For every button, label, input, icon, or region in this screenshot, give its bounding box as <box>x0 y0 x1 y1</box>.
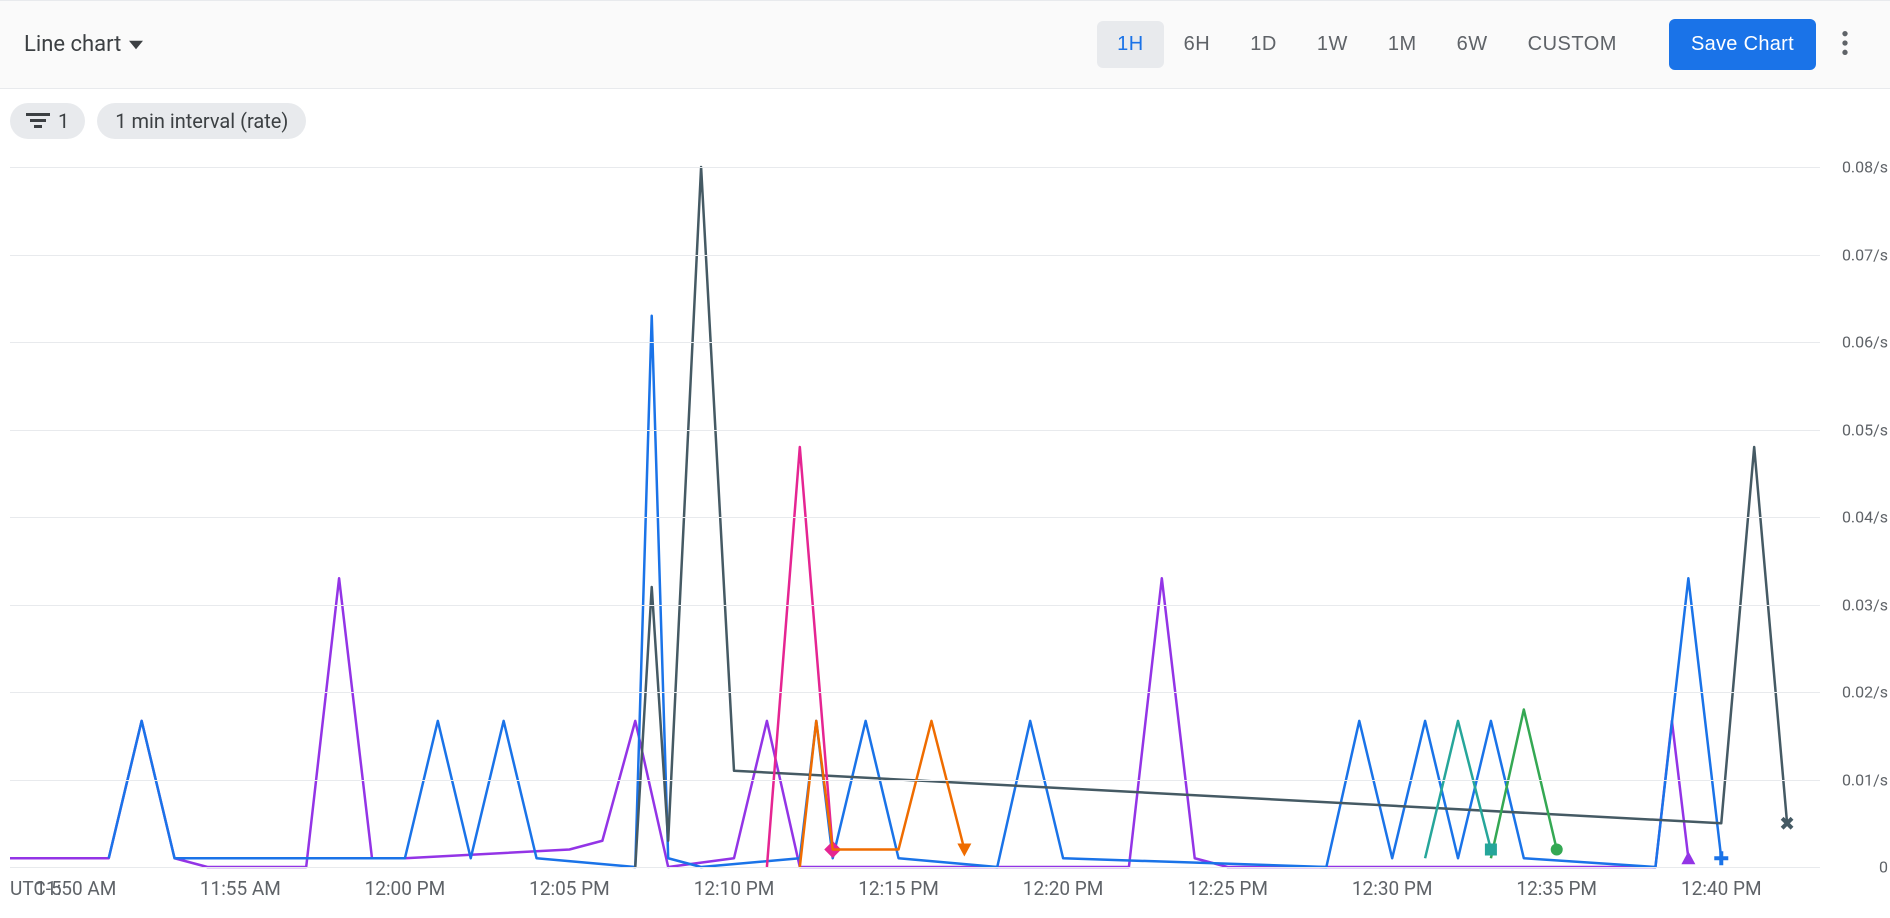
range-1w[interactable]: 1W <box>1297 21 1368 68</box>
y-tick-label: 0 <box>1879 858 1888 877</box>
y-tick-label: 0.04/s <box>1842 508 1888 527</box>
series-marker-series-f <box>1551 844 1563 856</box>
grid-line <box>10 342 1820 343</box>
save-chart-button[interactable]: Save Chart <box>1669 19 1816 70</box>
filter-chip[interactable]: 1 <box>10 103 85 139</box>
x-tick-label: 12:05 PM <box>529 877 610 900</box>
range-1h[interactable]: 1H <box>1097 21 1164 68</box>
more-options-button[interactable] <box>1824 19 1866 70</box>
range-6h[interactable]: 6H <box>1164 21 1231 68</box>
filter-count: 1 <box>58 109 69 133</box>
toolbar: Line chart 1H6H1D1W1M6WCUSTOM Save Chart <box>0 0 1890 89</box>
y-tick-label: 0.08/s <box>1842 158 1888 177</box>
toolbar-right: 1H6H1D1W1M6WCUSTOM Save Chart <box>1097 19 1866 70</box>
x-tick-label: 12:10 PM <box>694 877 775 900</box>
grid-line <box>10 605 1820 606</box>
x-tick-label: 12:40 PM <box>1681 877 1762 900</box>
y-tick-label: 0.05/s <box>1842 420 1888 439</box>
interval-label: 1 min interval (rate) <box>115 109 288 133</box>
range-1d[interactable]: 1D <box>1230 21 1297 68</box>
series-line-series-a <box>10 578 1688 867</box>
series-marker-series-a <box>1681 851 1695 864</box>
grid-line <box>10 517 1820 518</box>
x-tick-label: 11:55 AM <box>200 877 281 900</box>
range-custom[interactable]: CUSTOM <box>1508 21 1637 68</box>
grid-line <box>10 692 1820 693</box>
y-tick-label: 0.03/s <box>1842 595 1888 614</box>
plot[interactable]: 00.01/s0.02/s0.03/s0.04/s0.05/s0.06/s0.0… <box>10 167 1820 867</box>
x-tick-label: 12:00 PM <box>365 877 446 900</box>
series-marker-series-b <box>1714 851 1728 865</box>
series-marker-series-e <box>957 844 971 857</box>
grid-line <box>10 167 1820 168</box>
x-tick-label: 12:20 PM <box>1023 877 1104 900</box>
range-1m[interactable]: 1M <box>1368 21 1437 68</box>
more-vert-icon <box>1842 31 1848 55</box>
caret-down-icon <box>129 38 143 52</box>
x-tick-label: 11:50 AM <box>35 877 116 900</box>
grid-line <box>10 867 1820 868</box>
chart-type-label: Line chart <box>24 32 121 57</box>
chip-row: 1 1 min interval (rate) <box>0 89 1890 147</box>
chart-area: 00.01/s0.02/s0.03/s0.04/s0.05/s0.06/s0.0… <box>0 167 1890 867</box>
y-tick-label: 0.02/s <box>1842 683 1888 702</box>
x-tick-label: 12:30 PM <box>1352 877 1433 900</box>
y-tick-label: 0.07/s <box>1842 245 1888 264</box>
chart-type-selector[interactable]: Line chart <box>24 32 143 57</box>
grid-line <box>10 780 1820 781</box>
y-tick-label: 0.06/s <box>1842 333 1888 352</box>
x-tick-label: 12:25 PM <box>1187 877 1268 900</box>
grid-line <box>10 255 1820 256</box>
filter-icon <box>26 113 50 129</box>
range-6w[interactable]: 6W <box>1437 21 1508 68</box>
interval-chip[interactable]: 1 min interval (rate) <box>97 103 306 139</box>
series-marker-series-g <box>1485 844 1497 856</box>
x-tick-label: 12:35 PM <box>1516 877 1597 900</box>
series-line-series-g <box>1425 721 1491 858</box>
x-tick-label: 12:15 PM <box>858 877 939 900</box>
time-range-segmented: 1H6H1D1W1M6WCUSTOM <box>1097 21 1637 68</box>
y-tick-label: 0.01/s <box>1842 770 1888 789</box>
grid-line <box>10 430 1820 431</box>
series-line-series-d <box>767 447 833 867</box>
series-line-series-f <box>1491 710 1557 859</box>
